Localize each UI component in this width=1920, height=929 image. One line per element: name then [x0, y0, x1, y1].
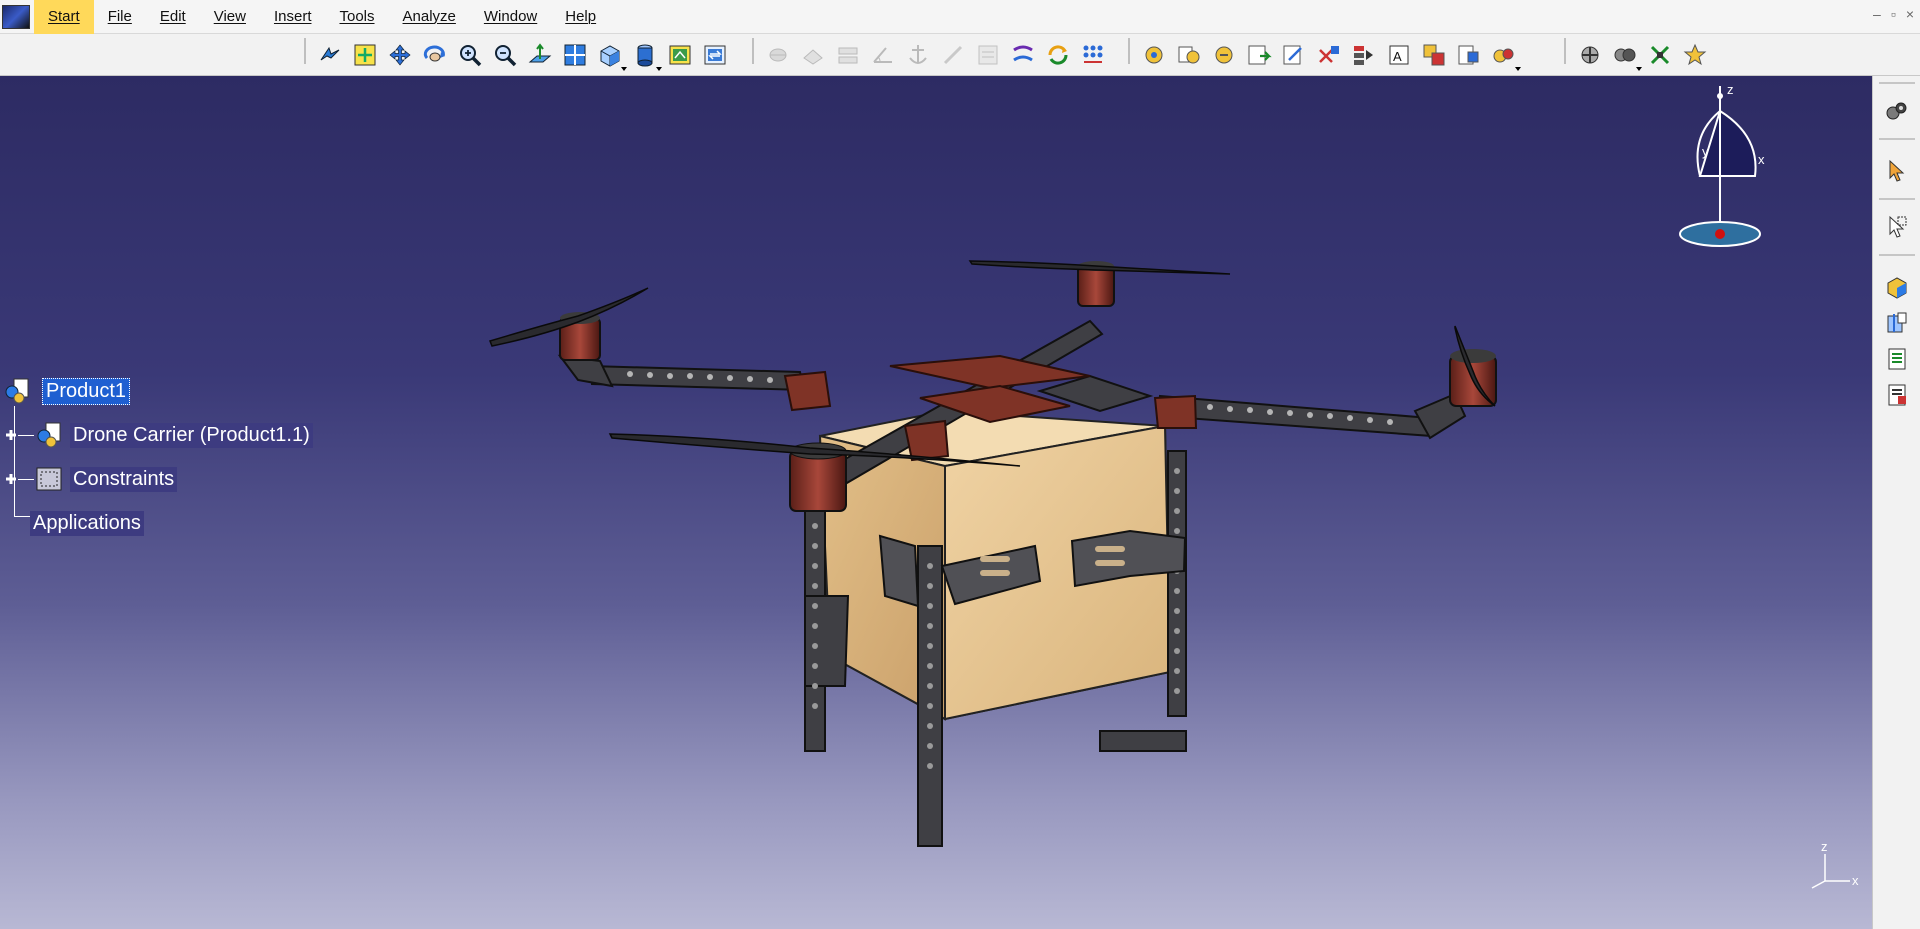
- menu-analyze[interactable]: Analyze: [389, 0, 470, 34]
- pan-icon[interactable]: [384, 40, 415, 71]
- manipulation-icon[interactable]: [1574, 40, 1605, 71]
- catia-logo-icon[interactable]: [2, 4, 30, 29]
- multi-instantiation-icon[interactable]: [1488, 40, 1521, 71]
- drone-carrier-model[interactable]: [0, 76, 1872, 929]
- rotate-icon[interactable]: [419, 40, 450, 71]
- select-icon[interactable]: [1882, 156, 1912, 186]
- selective-load-icon[interactable]: [1418, 40, 1449, 71]
- menu-help[interactable]: Help: [551, 0, 610, 34]
- catalog-browser-icon[interactable]: [1882, 96, 1912, 126]
- generate-numbering-icon[interactable]: A: [1383, 40, 1414, 71]
- new-component-icon[interactable]: [1138, 40, 1169, 71]
- compass-z-label: z: [1727, 82, 1734, 97]
- toolbar-separator: [1879, 198, 1915, 200]
- svg-text:A: A: [1393, 49, 1402, 64]
- replace-component-icon[interactable]: [1313, 40, 1344, 71]
- toolbar-separator: [1879, 138, 1915, 140]
- toolbar-separator: [1879, 82, 1915, 84]
- snap-icon[interactable]: [1609, 40, 1642, 71]
- fly-mode-icon[interactable]: [314, 40, 345, 71]
- right-toolbar: [1872, 76, 1920, 929]
- product-icon: [5, 378, 29, 404]
- manage-representations-icon[interactable]: [1453, 40, 1484, 71]
- mini-axis-x-label: x: [1852, 873, 1859, 888]
- quick-constraint-icon[interactable]: [972, 40, 1003, 71]
- window-controls: – ▫ ×: [1873, 6, 1914, 22]
- shading-icon[interactable]: [629, 40, 662, 71]
- iso-view-icon[interactable]: [594, 40, 627, 71]
- stop-manipulate-on-clash-icon[interactable]: [1679, 40, 1710, 71]
- graph-tree-reordering-icon[interactable]: [1348, 40, 1379, 71]
- tree-label-constraints[interactable]: Constraints: [70, 466, 178, 492]
- menu-edit[interactable]: Edit: [146, 0, 200, 34]
- constraints-toolbar: [762, 37, 1108, 73]
- tree-label-product1[interactable]: Product1: [42, 377, 131, 405]
- product-structure-toolbar: A: [1138, 37, 1521, 73]
- menu-view[interactable]: View: [200, 0, 260, 34]
- existing-component-positioning-icon[interactable]: [1278, 40, 1309, 71]
- reuse-pattern-icon[interactable]: [1077, 40, 1108, 71]
- multi-view-icon[interactable]: [559, 40, 590, 71]
- compass-widget[interactable]: z y x: [1660, 76, 1810, 256]
- compass-y-label: y: [1702, 144, 1709, 159]
- axis-triad-icon: z x: [1811, 839, 1859, 889]
- zoom-in-icon[interactable]: [454, 40, 485, 71]
- tree-connector: [18, 478, 34, 480]
- compass-x-label: x: [1758, 152, 1765, 167]
- angle-constraint-icon[interactable]: [867, 40, 898, 71]
- menu-tools[interactable]: Tools: [325, 0, 388, 34]
- measure-between-icon[interactable]: [1882, 272, 1912, 302]
- fix-together-icon[interactable]: [937, 40, 968, 71]
- restore-button[interactable]: ▫: [1891, 6, 1896, 22]
- menu-window[interactable]: Window: [470, 0, 551, 34]
- coincidence-constraint-icon[interactable]: [762, 40, 793, 71]
- tree-label-applications[interactable]: Applications: [30, 510, 144, 536]
- toolbar-separator: [304, 38, 306, 64]
- tree-connector: [18, 434, 34, 436]
- explode-icon[interactable]: [1644, 40, 1675, 71]
- flexible-rigid-icon[interactable]: [1007, 40, 1038, 71]
- hide-show-icon[interactable]: [664, 40, 695, 71]
- fix-component-icon[interactable]: [902, 40, 933, 71]
- swap-visible-space-icon[interactable]: [699, 40, 730, 71]
- toolbar-separator: [1879, 254, 1915, 256]
- expand-plus-icon[interactable]: [4, 472, 18, 486]
- tree-node-applications[interactable]: Applications: [30, 508, 144, 538]
- menu-insert[interactable]: Insert: [260, 0, 326, 34]
- 3d-viewport[interactable]: Product1 Drone Carrier (Product1.1) Cons…: [0, 76, 1872, 929]
- tree-node-drone-carrier[interactable]: Drone Carrier (Product1.1): [4, 420, 313, 450]
- mini-axis-z-label: z: [1821, 839, 1828, 854]
- menu-file[interactable]: File: [94, 0, 146, 34]
- move-toolbar: [1574, 37, 1710, 73]
- tree-connector: [14, 516, 30, 517]
- close-button[interactable]: ×: [1906, 6, 1914, 22]
- main-toolbar: A: [0, 34, 1920, 76]
- offset-constraint-icon[interactable]: [832, 40, 863, 71]
- expand-plus-icon[interactable]: [4, 428, 18, 442]
- minimize-button[interactable]: –: [1873, 6, 1881, 22]
- toolbar-separator: [1564, 38, 1566, 64]
- contact-constraint-icon[interactable]: [797, 40, 828, 71]
- fit-all-in-icon[interactable]: [349, 40, 380, 71]
- sketch-select-icon[interactable]: [1882, 212, 1912, 242]
- product-icon: [37, 422, 61, 448]
- update-icon[interactable]: [1042, 40, 1073, 71]
- existing-component-icon[interactable]: [1243, 40, 1274, 71]
- menu-start[interactable]: Start: [34, 0, 94, 34]
- clash-analysis-icon[interactable]: [1882, 380, 1912, 410]
- toolbar-separator: [752, 38, 754, 64]
- constraints-icon: [36, 467, 62, 491]
- bill-of-material-icon[interactable]: [1882, 344, 1912, 374]
- menu-bar: Start File Edit View Insert Tools Analyz…: [0, 0, 1920, 34]
- tree-node-root[interactable]: Product1: [2, 376, 131, 406]
- tree-node-constraints[interactable]: Constraints: [4, 464, 178, 494]
- normal-view-icon[interactable]: [524, 40, 555, 71]
- view-toolbar: [314, 37, 730, 73]
- new-product-icon[interactable]: [1173, 40, 1204, 71]
- tree-label-drone-carrier[interactable]: Drone Carrier (Product1.1): [70, 422, 313, 448]
- zoom-out-icon[interactable]: [489, 40, 520, 71]
- toolbar-separator: [1128, 38, 1130, 64]
- measure-item-icon[interactable]: [1882, 308, 1912, 338]
- new-part-icon[interactable]: [1208, 40, 1239, 71]
